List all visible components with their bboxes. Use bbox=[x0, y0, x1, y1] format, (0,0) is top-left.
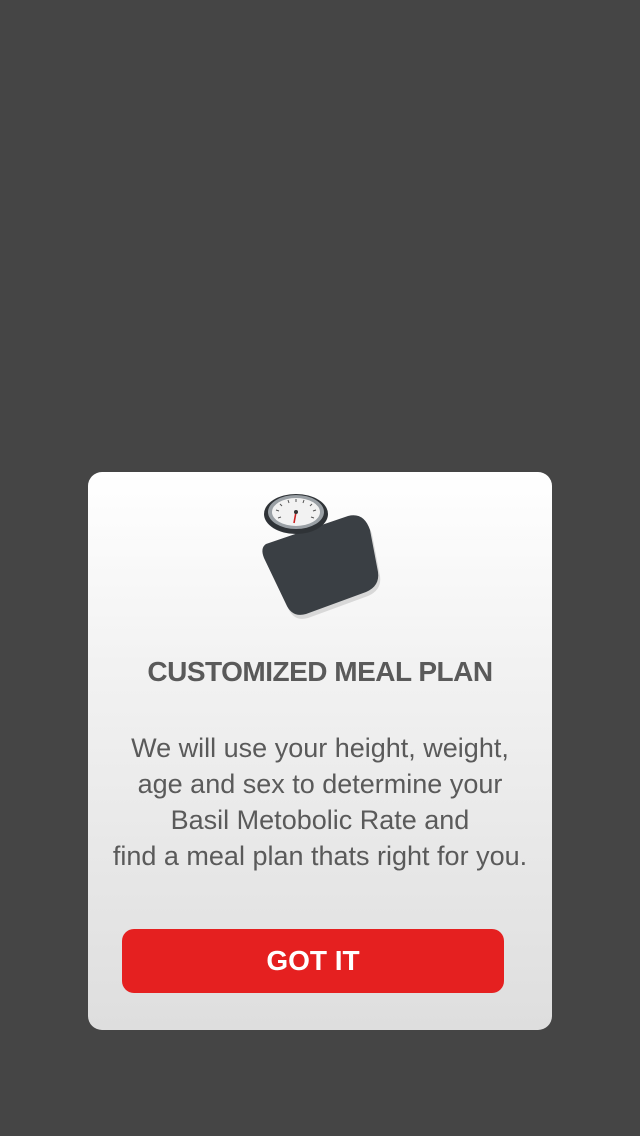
meal-plan-dialog: CUSTOMIZED MEAL PLAN We will use your he… bbox=[88, 472, 552, 1030]
description-line: age and sex to determine your bbox=[137, 769, 503, 799]
dialog-title: CUSTOMIZED MEAL PLAN bbox=[147, 656, 493, 687]
dialog-description: We will use your height, weight, age and… bbox=[88, 730, 552, 874]
description-line: We will use your height, weight, bbox=[131, 733, 509, 763]
description-line: Basil Metobolic Rate and bbox=[170, 805, 470, 835]
description-line: find a meal plan thats right for you. bbox=[112, 841, 528, 871]
bathroom-scale-icon bbox=[254, 490, 386, 620]
screen-backdrop[interactable]: CUSTOMIZED MEAL PLAN We will use your he… bbox=[0, 0, 640, 1136]
got-it-button[interactable]: GOT IT bbox=[122, 929, 504, 993]
